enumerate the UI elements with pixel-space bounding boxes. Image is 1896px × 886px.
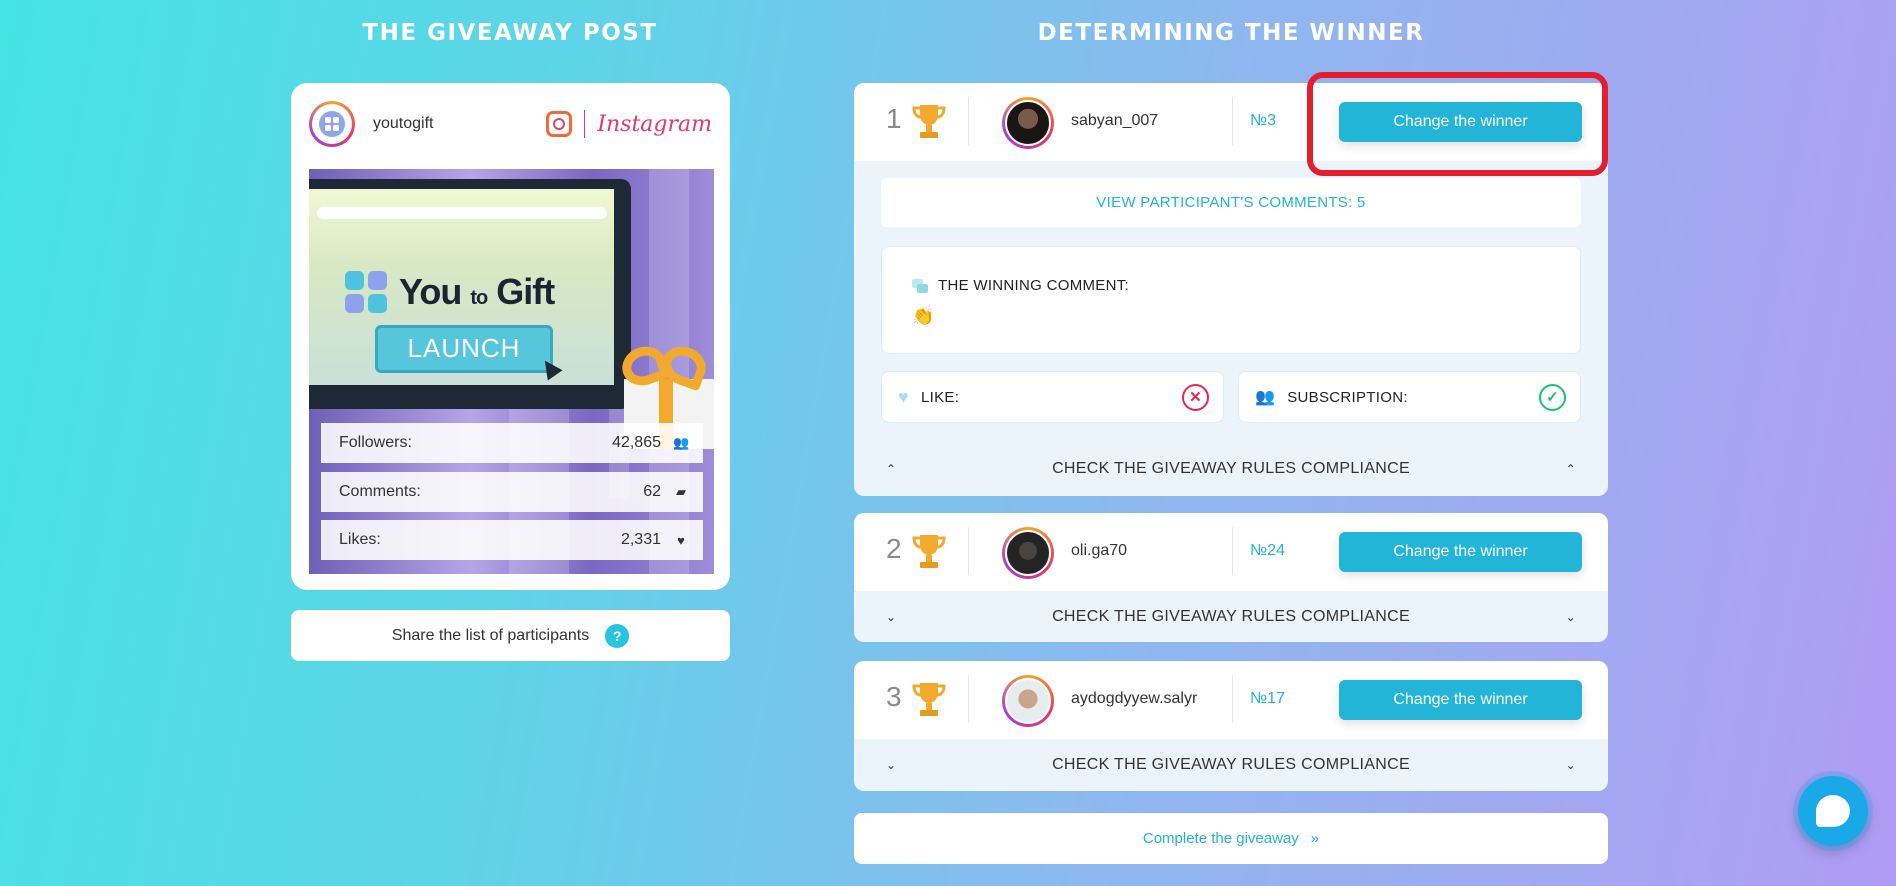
winner-username[interactable]: aydogdyyew.salyr <box>1071 690 1197 708</box>
chat-support-button[interactable] <box>1798 776 1868 846</box>
trophy-icon <box>912 683 946 716</box>
rules-compliance-toggle[interactable]: ⌄ CHECK THE GIVEAWAY RULES COMPLIANCE ⌄ <box>854 741 1608 789</box>
rules-label: CHECK THE GIVEAWAY RULES COMPLIANCE <box>1052 608 1410 625</box>
winning-comment-box: THE WINNING COMMENT: 👏 <box>881 246 1581 354</box>
logo-word-you: You <box>399 271 462 312</box>
instagram-icon <box>546 111 573 137</box>
help-icon[interactable]: ? <box>605 623 630 648</box>
complete-label: Complete the giveaway <box>1142 830 1299 847</box>
chevron-down-icon: ⌄ <box>1565 610 1576 624</box>
stat-likes: Likes: 2,331 ♥ <box>321 520 703 560</box>
winner-card-1: 1 sabyan_007 №3 Change the winner VIEW P… <box>854 83 1608 496</box>
post-username[interactable]: youtogift <box>373 115 433 133</box>
users-icon: 👥 <box>1255 389 1276 406</box>
trophy-icon <box>912 105 946 138</box>
subscription-label: SUBSCRIPTION: <box>1287 388 1408 406</box>
winner-header: 1 sabyan_007 №3 Change the winner <box>854 83 1608 161</box>
winner-card-2: 2 oli.ga70 №24 Change the winner ⌄ CHECK… <box>854 513 1608 642</box>
logo-word-to: to <box>470 287 488 309</box>
giveaway-post-title: THE GIVEAWAY POST <box>362 20 658 46</box>
change-winner-button[interactable]: Change the winner <box>1339 680 1582 720</box>
instagram-brand: Instagram <box>546 110 712 138</box>
change-winner-button[interactable]: Change the winner <box>1339 532 1582 572</box>
divider <box>584 110 586 138</box>
winner-header: 2 oli.ga70 №24 Change the winner <box>854 513 1608 591</box>
winner-number: №24 <box>1250 542 1285 559</box>
youtogift-brand-logo: You to Gift <box>345 271 555 313</box>
monitor-illustration: You to Gift LAUNCH <box>309 179 631 409</box>
instagram-wordmark: Instagram <box>597 111 712 137</box>
rules-label: CHECK THE GIVEAWAY RULES COMPLIANCE <box>1052 756 1410 773</box>
complete-giveaway-button[interactable]: Complete the giveaway » <box>854 813 1608 864</box>
stat-label: Likes: <box>339 531 381 548</box>
winner-rank: 3 <box>886 681 902 712</box>
view-comments-button[interactable]: VIEW PARTICIPANT'S COMMENTS: 5 <box>881 178 1581 227</box>
subscription-check: 👥 SUBSCRIPTION: ✓ <box>1238 371 1581 423</box>
stat-label: Comments: <box>339 483 421 500</box>
comment-icon: ▰ <box>676 484 686 499</box>
change-winner-button[interactable]: Change the winner <box>1339 102 1582 142</box>
determining-winner-title: DETERMINING THE WINNER <box>1037 20 1425 46</box>
winner-number: №17 <box>1250 690 1285 707</box>
chevron-up-icon: ⌃ <box>1565 462 1576 476</box>
check-icon: ✓ <box>1539 383 1566 411</box>
like-check: ♥ LIKE: ✕ <box>881 371 1224 423</box>
stat-label: Followers: <box>339 434 412 451</box>
stat-followers: Followers: 42,865 👥 <box>321 423 703 463</box>
winner-avatar[interactable] <box>1002 527 1054 579</box>
launch-illustration-button: LAUNCH <box>375 325 553 373</box>
giveaway-post-card: youtogift Instagram You to Gift LAUNCH F… <box>291 83 730 590</box>
chevron-down-icon: ⌄ <box>886 758 897 772</box>
post-avatar[interactable] <box>309 101 355 147</box>
rules-compliance-toggle[interactable]: ⌃ CHECK THE GIVEAWAY RULES COMPLIANCE ⌃ <box>854 445 1608 493</box>
winner-username[interactable]: oli.ga70 <box>1071 542 1127 560</box>
heart-icon: ♥ <box>677 532 685 548</box>
chevron-down-icon: ⌄ <box>1565 758 1576 772</box>
winner-card-3: 3 aydogdyyew.salyr №17 Change the winner… <box>854 661 1608 791</box>
rules-label: CHECK THE GIVEAWAY RULES COMPLIANCE <box>1052 460 1410 477</box>
youtogift-logo-icon <box>319 111 345 137</box>
stat-value: 62 <box>643 483 661 500</box>
winner-header: 3 aydogdyyew.salyr №17 Change the winner <box>854 661 1608 739</box>
winner-rank: 2 <box>886 533 902 564</box>
winning-comment-text: 👏 <box>912 306 935 326</box>
logo-word-gift: Gift <box>496 271 555 312</box>
winning-comment-label: THE WINNING COMMENT: <box>938 277 1129 294</box>
winner-avatar[interactable] <box>1002 675 1054 727</box>
rules-compliance-toggle[interactable]: ⌄ CHECK THE GIVEAWAY RULES COMPLIANCE ⌄ <box>854 593 1608 641</box>
share-participants-button[interactable]: Share the list of participants ? <box>291 610 730 661</box>
winner-number: №3 <box>1250 112 1277 129</box>
stat-comments: Comments: 62 ▰ <box>321 472 703 512</box>
comments-icon <box>912 278 928 293</box>
stat-value: 42,865 <box>612 434 661 451</box>
winner-avatar[interactable] <box>1002 97 1054 149</box>
post-header: youtogift Instagram <box>309 101 712 147</box>
post-image[interactable]: You to Gift LAUNCH Followers: 42,865 👥 C… <box>309 169 714 574</box>
chevron-up-icon: ⌃ <box>886 462 897 476</box>
users-icon: 👥 <box>673 435 690 450</box>
winner-username[interactable]: sabyan_007 <box>1071 112 1158 130</box>
heart-icon: ♥ <box>898 386 909 407</box>
like-label: LIKE: <box>921 388 960 406</box>
fail-icon: ✕ <box>1182 383 1209 411</box>
trophy-icon <box>912 535 946 568</box>
winner-rank: 1 <box>886 103 902 134</box>
chevron-down-icon: ⌄ <box>886 610 897 624</box>
youtogift-mark-icon <box>345 271 387 313</box>
double-chevron-right-icon: » <box>1310 830 1320 847</box>
stat-value: 2,331 <box>620 531 661 548</box>
chat-icon <box>1816 795 1850 827</box>
share-label: Share the list of participants <box>391 626 590 644</box>
